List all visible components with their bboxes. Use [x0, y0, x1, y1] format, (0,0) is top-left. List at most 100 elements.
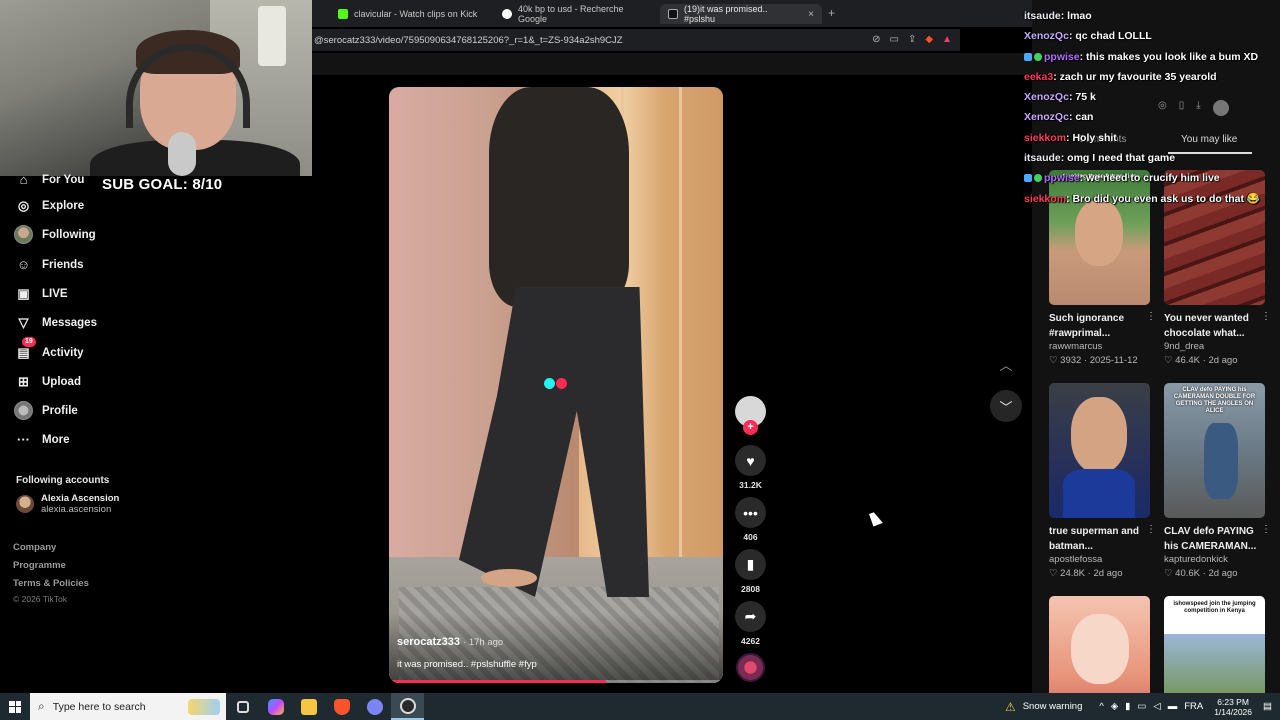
address-bar[interactable]: @serocatz333/video/7595090634768125206?_… — [312, 29, 960, 51]
chat-badge-icon — [1034, 174, 1042, 183]
video-progress-bar[interactable] — [389, 680, 723, 683]
cast-icon[interactable]: ▭ — [890, 33, 899, 47]
comment-button[interactable]: ••• 406 — [735, 497, 766, 542]
brave-rewards-icon[interactable]: ▲ — [942, 33, 952, 47]
taskbar-clock[interactable]: 6:23 PM 1/14/2026 — [1214, 697, 1252, 717]
video-player[interactable]: serocatz333 · 17h ago it was promised.. … — [389, 87, 723, 683]
browser-tab-tiktok[interactable]: (19)it was promised.. #pslshu × — [660, 4, 822, 24]
sidebar-item-messages[interactable]: ▽ Messages — [14, 313, 97, 332]
video-thumbnail[interactable] — [1049, 596, 1150, 693]
brave-shield-icon[interactable]: ◆ — [925, 33, 933, 47]
taskbar-search[interactable]: ⌕ Type here to search — [30, 693, 226, 720]
more-options-icon[interactable]: ⋮ — [1261, 311, 1271, 322]
taskbar-search-placeholder[interactable]: Type here to search — [53, 701, 146, 713]
url-text[interactable]: @serocatz333/video/7595090634768125206?_… — [314, 35, 623, 46]
start-button[interactable] — [0, 693, 30, 720]
loading-spinner-icon — [544, 378, 567, 389]
sidebar-item-explore[interactable]: ◎ Explore — [14, 196, 84, 215]
card-author[interactable]: 9nd_drea — [1164, 341, 1265, 352]
more-options-icon[interactable]: ⋮ — [1146, 524, 1156, 535]
footer-link-terms[interactable]: Terms & Policies — [13, 578, 89, 589]
music-disc-icon[interactable] — [736, 653, 765, 682]
shield-icon[interactable]: ◈ — [1111, 701, 1118, 712]
obs-icon[interactable] — [391, 693, 424, 720]
recommended-video-card[interactable] — [1049, 596, 1150, 693]
chat-text: : Holy shit — [1066, 131, 1117, 144]
save-button[interactable]: ▮ 2808 — [735, 549, 766, 594]
video-progress-fill — [389, 680, 607, 683]
chat-text: : zach ur my favourite 35 yearold — [1053, 70, 1217, 83]
footer-link-programme[interactable]: Programme — [13, 560, 66, 571]
video-thumbnail[interactable]: CLAV defo PAYING his CAMERAMAN DOUBLE FO… — [1164, 383, 1265, 518]
chat-text: : we need to crucify him live — [1079, 172, 1220, 185]
video-thumbnail[interactable] — [1049, 383, 1150, 518]
card-title[interactable]: true superman and batman... — [1049, 524, 1150, 554]
copilot-icon[interactable] — [259, 693, 292, 720]
heart-icon[interactable]: ♥ — [735, 445, 766, 476]
sidebar-item-live[interactable]: ▣ LIVE — [14, 284, 67, 303]
sidebar-item-activity[interactable]: ▤ 19 Activity — [14, 337, 84, 362]
card-author[interactable]: apostlefossa — [1049, 554, 1150, 565]
mute-icon[interactable]: ⊘ — [872, 33, 880, 47]
more-options-icon[interactable]: ⋮ — [1261, 524, 1271, 535]
video-author-name[interactable]: serocatz333 — [397, 636, 460, 648]
share-arrow-icon[interactable]: ➦ — [735, 601, 766, 632]
weather-text[interactable]: Snow warning — [1023, 701, 1083, 712]
video-thumbnail[interactable]: ishowspeed join the jumping competition … — [1164, 596, 1265, 693]
card-title[interactable]: Such ignorance #rawprimal... — [1049, 311, 1150, 341]
chevron-up-icon[interactable]: ^ — [1099, 701, 1103, 712]
battery-icon[interactable]: ▬ — [1168, 701, 1178, 712]
like-button[interactable]: ♥ 31.2K — [735, 445, 766, 490]
more-options-icon[interactable]: ⋮ — [1146, 311, 1156, 322]
footer-link-company[interactable]: Company — [13, 542, 56, 553]
browser-tab-kick[interactable]: clavicular - Watch clips on Kick — [330, 4, 494, 24]
card-likes: 24.8K — [1060, 568, 1085, 579]
recommended-video-card[interactable]: ishowspeed join the jumping competition … — [1164, 596, 1265, 693]
recommended-video-card[interactable]: true superman and batman... ⋮ apostlefos… — [1049, 383, 1156, 579]
warning-icon[interactable]: ⚠ — [1005, 700, 1016, 714]
sidebar-item-profile[interactable]: Profile — [14, 401, 78, 420]
volume-icon[interactable]: ◁ — [1153, 701, 1160, 712]
close-tab-icon[interactable]: × — [808, 9, 814, 20]
google-icon — [502, 9, 512, 19]
sidebar-item-following[interactable]: Following — [14, 225, 96, 244]
comment-icon[interactable]: ••• — [735, 497, 766, 528]
video-author[interactable]: serocatz333 · 17h ago — [397, 636, 503, 648]
sidebar-item-upload[interactable]: ⊞ Upload — [14, 372, 81, 391]
windows-logo-icon — [9, 700, 21, 713]
sidebar-item-friends[interactable]: ☺ Friends — [14, 255, 84, 274]
discord-icon[interactable] — [358, 693, 391, 720]
like-count: 31.2K — [739, 480, 762, 490]
previous-video-button[interactable]: ︿ — [990, 348, 1022, 380]
follow-plus-icon[interactable]: + — [743, 420, 758, 435]
card-title[interactable]: CLAV defo PAYING his CAMERAMAN... — [1164, 524, 1265, 554]
brave-browser-icon[interactable] — [325, 693, 358, 720]
next-video-button[interactable]: ﹀ — [990, 390, 1022, 422]
sidebar-item-for-you[interactable]: ⌂ For You — [14, 170, 85, 189]
card-author[interactable]: kapturedonkick — [1164, 554, 1265, 565]
sidebar-item-more[interactable]: ··· More — [14, 430, 69, 449]
notification-icon[interactable]: ▤ — [1263, 701, 1272, 712]
video-scene-person — [489, 87, 629, 307]
card-title[interactable]: You never wanted chocolate what... — [1164, 311, 1265, 341]
language-indicator[interactable]: FRA — [1184, 701, 1203, 712]
card-likes: 3932 — [1060, 355, 1082, 366]
share-button[interactable]: ➦ 4262 — [735, 601, 766, 646]
card-author[interactable]: rawwmarcus — [1049, 341, 1150, 352]
video-caption[interactable]: it was promised.. #pslshuffle #fyp — [397, 659, 537, 670]
recommended-video-card[interactable]: CLAV defo PAYING his CAMERAMAN DOUBLE FO… — [1164, 383, 1271, 579]
creator-profile-button[interactable]: + — [735, 396, 766, 435]
bookmark-icon[interactable]: ▮ — [735, 549, 766, 580]
file-explorer-icon[interactable] — [292, 693, 325, 720]
following-account-item[interactable]: Alexia Ascension alexia.ascension — [16, 493, 119, 515]
microphone-icon[interactable]: ▮ — [1125, 701, 1130, 712]
network-icon[interactable]: ▭ — [1137, 701, 1146, 712]
browser-tab-google[interactable]: 40k bp to usd - Recherche Google — [494, 4, 658, 24]
share-icon[interactable]: ⇪ — [908, 33, 916, 47]
chat-message: itsaude: lmao — [1024, 6, 1280, 26]
chat-badge-icon — [1024, 52, 1032, 61]
chat-username: XenozQc — [1024, 30, 1069, 43]
avatar[interactable]: + — [735, 396, 766, 435]
task-view-icon[interactable] — [226, 693, 259, 720]
new-tab-button[interactable]: + — [828, 6, 835, 20]
